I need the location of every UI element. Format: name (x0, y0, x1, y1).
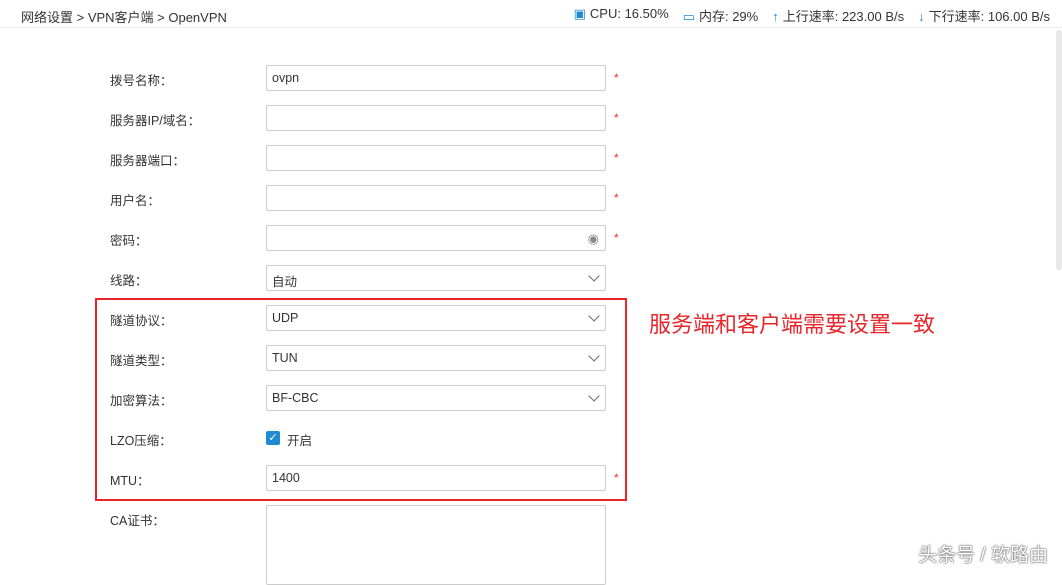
breadcrumb: 网络设置 > VPN客户端 > OpenVPN (21, 10, 227, 25)
label: 服务器端口： (110, 154, 186, 168)
label: 拨号名称： (110, 74, 173, 88)
label: 服务器IP/域名： (110, 114, 201, 128)
highlight-box (95, 298, 627, 501)
cpu-stat: ▣ CPU: 16.50% (574, 6, 669, 25)
port-input[interactable] (266, 145, 606, 171)
memory-icon: ▭ (682, 9, 695, 24)
username-input[interactable] (266, 185, 606, 211)
required-mark: * (614, 71, 619, 85)
row-line: 线路： 自动 (0, 265, 700, 291)
dial-name-input[interactable]: ovpn (266, 65, 606, 91)
required-mark: * (614, 151, 619, 165)
row-dial-name: 拨号名称： ovpn * (0, 65, 700, 91)
eye-icon[interactable]: ◉ (588, 231, 599, 247)
label: 线路： (110, 274, 148, 288)
memory-stat: ▭ 内存: 29% (683, 6, 759, 25)
required-mark: * (614, 111, 619, 125)
download-stat: ↓ 下行速率: 106.00 B/s (918, 6, 1050, 25)
required-mark: * (614, 191, 619, 205)
line-select[interactable]: 自动 (266, 265, 606, 291)
row-port: 服务器端口： * (0, 145, 700, 171)
password-input[interactable]: ◉ (266, 225, 606, 251)
watermark: 头条号 / 软路由 (918, 545, 1048, 566)
label: 密码： (110, 234, 148, 248)
upload-value: 上行速率: 223.00 B/s (782, 9, 905, 24)
required-mark: * (614, 231, 619, 245)
top-bar: 网络设置 > VPN客户端 > OpenVPN ▣ CPU: 16.50% ▭ 内存… (0, 0, 1062, 28)
row-password: 密码： ◉ * (0, 225, 700, 251)
cpu-icon: ▣ (573, 6, 586, 21)
download-value: 下行速率: 106.00 B/s (928, 9, 1050, 24)
row-username: 用户名： * (0, 185, 700, 211)
server-input[interactable] (266, 105, 606, 131)
scrollbar[interactable] (1056, 30, 1062, 270)
row-server: 服务器IP/域名： * (0, 105, 700, 131)
cpu-value: CPU: 16.50% (589, 6, 669, 21)
upload-stat: ↑ 上行速率: 223.00 B/s (772, 6, 904, 25)
ca-cert-textarea[interactable] (266, 505, 606, 585)
memory-value: 内存: 29% (698, 9, 759, 24)
arrow-up-icon: ↑ (772, 9, 779, 24)
label: 用户名： (110, 194, 161, 208)
annotation-text: 服务端和客户端需要设置一致 (649, 313, 936, 338)
label: CA证书： (110, 514, 165, 528)
arrow-down-icon: ↓ (918, 9, 925, 24)
system-stats: ▣ CPU: 16.50% ▭ 内存: 29% ↑ 上行速率: 223.00 B/s … (574, 6, 1050, 25)
